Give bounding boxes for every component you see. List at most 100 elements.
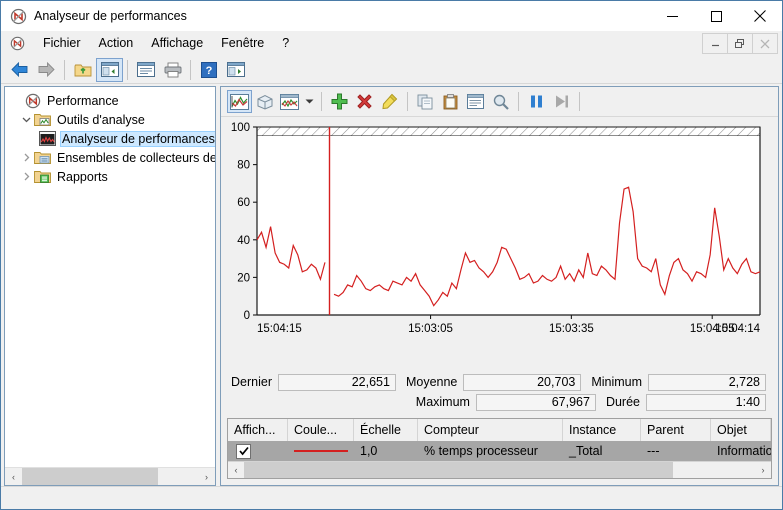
column-header-objet[interactable]: Objet — [711, 419, 771, 441]
mdi-restore-button[interactable] — [727, 33, 753, 54]
new-window-icon[interactable] — [222, 58, 249, 82]
graph-canvas[interactable]: 0 20 40 60 80 100 15:04:15 15:03:05 15:03:35 15:0… — [221, 117, 766, 347]
add-counter-icon[interactable] — [327, 90, 352, 113]
print-icon[interactable] — [159, 58, 186, 82]
toolbar-separator — [190, 59, 191, 80]
tree-item-label: Ensembles de collecteurs de don — [57, 150, 215, 165]
duree-label: Durée — [605, 395, 640, 409]
scrollbar-track[interactable] — [22, 468, 198, 485]
graph-properties-icon[interactable] — [463, 90, 488, 113]
show-console-tree-icon[interactable] — [96, 57, 123, 82]
tree-item-ensembles-de-collecteurs-de-donnees[interactable]: Ensembles de collecteurs de don — [5, 148, 215, 167]
menu-fichier[interactable]: Fichier — [34, 33, 90, 54]
column-header-compteur[interactable]: Compteur — [418, 419, 563, 441]
mdi-close-button[interactable] — [752, 33, 778, 54]
tree-horizontal-scrollbar[interactable]: ‹ › — [5, 467, 215, 485]
chart-toolbar — [221, 87, 778, 117]
show-counter-checkbox[interactable] — [236, 443, 251, 459]
dernier-value: 22,651 — [278, 373, 396, 391]
chart-toolbar-separator — [579, 92, 580, 111]
main-content: Performance Outils d'analyse Analyseur d… — [1, 84, 782, 486]
column-header-affichage[interactable]: Affich... — [228, 419, 288, 441]
performance-graph[interactable]: 0 20 40 60 80 100 15:04:15 15:03:05 15:03:35 15:0… — [221, 117, 778, 368]
mdi-minimize-button[interactable] — [702, 33, 728, 54]
tree-item-performance[interactable]: Performance — [5, 91, 215, 110]
scroll-left-icon[interactable]: ‹ — [228, 462, 244, 478]
back-icon[interactable] — [6, 58, 33, 82]
freeze-icon[interactable] — [524, 90, 549, 113]
counter-color-swatch — [294, 450, 348, 452]
minimize-button[interactable] — [650, 1, 694, 31]
column-header-echelle[interactable]: Échelle — [354, 419, 418, 441]
console-tree-pane: Performance Outils d'analyse Analyseur d… — [4, 86, 216, 486]
menu-bar: Fichier Action Affichage Fenêtre ? — [1, 31, 782, 56]
svg-text:40: 40 — [237, 235, 250, 247]
minimum-label: Minimum — [591, 375, 643, 389]
menu-aide[interactable]: ? — [273, 33, 298, 54]
title-bar: Analyseur de performances — [1, 1, 782, 31]
cell-couleur — [288, 441, 354, 461]
perfmon-icon — [10, 36, 25, 51]
change-graph-type-icon[interactable] — [277, 90, 302, 113]
statistics-row-1: Dernier 22,651 Moyenne 20,703 Minimum 2,… — [221, 372, 766, 392]
scroll-right-icon[interactable]: › — [755, 462, 771, 478]
table-row[interactable]: 1,0 % temps processeur _Total --- Inform… — [228, 441, 771, 461]
tree-item-rapports[interactable]: Rapports — [5, 167, 215, 186]
maximize-button[interactable] — [694, 1, 738, 31]
toolbar-separator — [127, 59, 128, 80]
moyenne-value: 20,703 — [463, 373, 582, 391]
chevron-right-icon[interactable] — [19, 172, 33, 181]
svg-text:15:04:14: 15:04:14 — [715, 323, 760, 335]
close-button[interactable] — [738, 1, 782, 31]
statistics-row-2: Maximum 67,967 Durée 1:40 — [221, 392, 766, 412]
menu-fenetre[interactable]: Fenêtre — [212, 33, 273, 54]
copy-icon[interactable] — [413, 90, 438, 113]
properties-icon[interactable] — [132, 58, 159, 82]
chart-toolbar-separator — [407, 92, 408, 111]
tree-item-label: Rapports — [57, 169, 108, 184]
window-title: Analyseur de performances — [34, 9, 187, 23]
status-bar — [1, 486, 782, 509]
duree-value: 1:40 — [646, 393, 766, 411]
tree-item-analyseur-de-performances[interactable]: Analyseur de performances — [5, 129, 215, 148]
window-controls — [650, 1, 782, 31]
view-graph-icon[interactable] — [227, 90, 252, 113]
chevron-down-icon[interactable] — [19, 115, 33, 124]
highlight-icon[interactable] — [377, 90, 402, 113]
scrollbar-thumb[interactable] — [22, 468, 158, 485]
chevron-right-icon[interactable] — [19, 153, 33, 162]
forward-icon[interactable] — [33, 58, 60, 82]
view-3d-icon[interactable] — [252, 90, 277, 113]
menu-affichage[interactable]: Affichage — [142, 33, 212, 54]
scrollbar-track[interactable] — [244, 462, 755, 478]
folder-collector-icon — [33, 150, 52, 165]
chevron-down-icon[interactable] — [302, 90, 316, 113]
help-icon[interactable]: ? — [195, 58, 222, 82]
tree-item-label: Performance — [47, 93, 119, 108]
delete-counter-icon[interactable] — [352, 90, 377, 113]
svg-text:15:03:05: 15:03:05 — [408, 323, 453, 335]
up-folder-icon[interactable] — [69, 58, 96, 82]
column-header-instance[interactable]: Instance — [563, 419, 641, 441]
mdi-window-controls — [702, 33, 778, 54]
column-header-couleur[interactable]: Coule... — [288, 419, 354, 441]
counter-table-scrollbar[interactable]: ‹ › — [228, 461, 771, 478]
scroll-right-icon[interactable]: › — [198, 468, 215, 485]
chart-toolbar-separator — [518, 92, 519, 111]
svg-text:20: 20 — [237, 272, 250, 284]
counter-table: Affich... Coule... Échelle Compteur Inst… — [227, 418, 772, 479]
zoom-icon[interactable] — [488, 90, 513, 113]
moyenne-label: Moyenne — [405, 375, 458, 389]
tree-item-outils-danalyse[interactable]: Outils d'analyse — [5, 110, 215, 129]
perfmon-icon — [23, 93, 42, 109]
scroll-left-icon[interactable]: ‹ — [5, 468, 22, 485]
perfmon-view-pane: 0 20 40 60 80 100 15:04:15 15:03:05 15:03:35 15:0… — [220, 86, 779, 486]
menu-action[interactable]: Action — [90, 33, 143, 54]
cell-compteur: % temps processeur — [424, 444, 538, 458]
column-header-parent[interactable]: Parent — [641, 419, 711, 441]
cell-affichage[interactable] — [228, 441, 288, 461]
scrollbar-thumb[interactable] — [244, 462, 674, 478]
tree-item-label: Analyseur de performances — [60, 130, 215, 147]
paste-icon[interactable] — [438, 90, 463, 113]
update-icon[interactable] — [549, 90, 574, 113]
